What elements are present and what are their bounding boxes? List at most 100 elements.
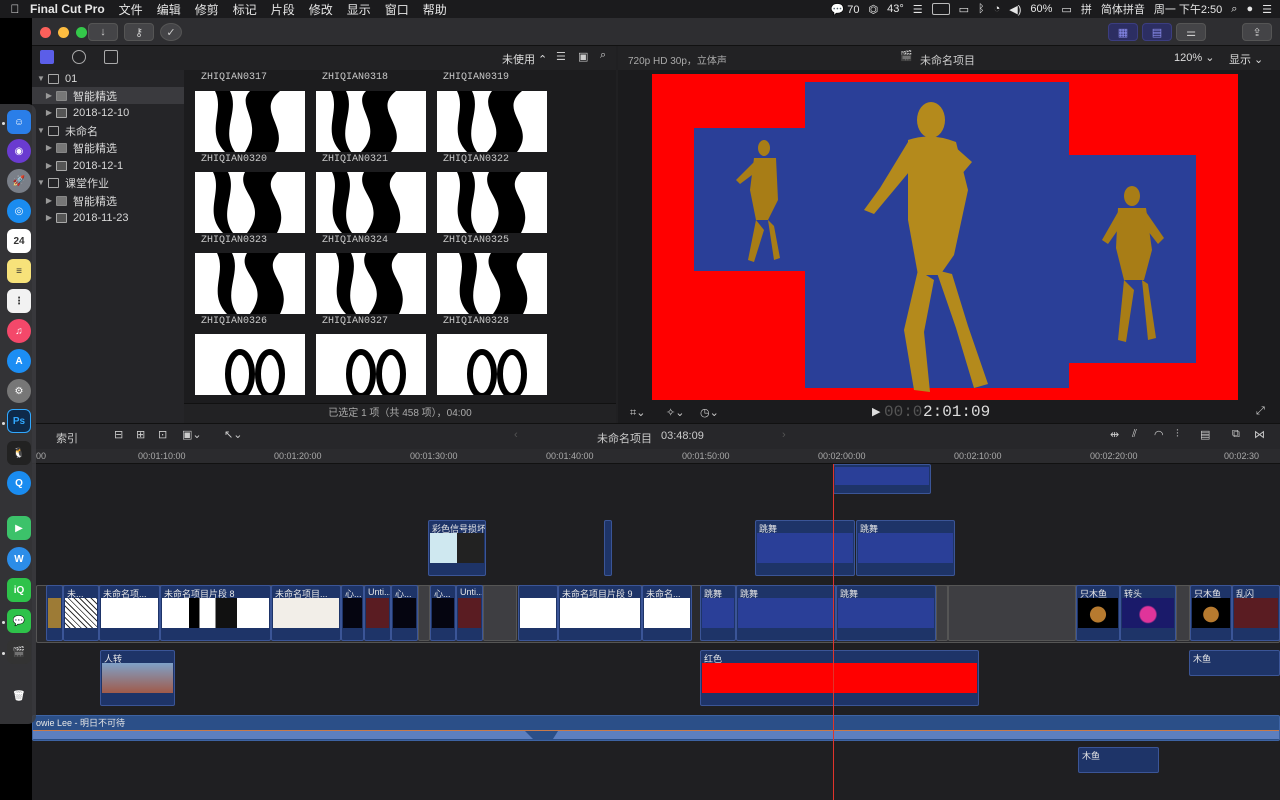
connect-clip-icon[interactable]: ⊟ bbox=[114, 428, 123, 441]
menu-trim[interactable]: 修剪 bbox=[195, 1, 219, 18]
library-item[interactable]: ▶ 智能精选 bbox=[32, 192, 184, 209]
zoom-dropdown[interactable]: 120% ⌄ bbox=[1174, 51, 1214, 64]
clip-name[interactable]: ZHIQIAN0318 bbox=[322, 72, 388, 83]
disclosure-triangle-icon[interactable]: ▶ bbox=[44, 213, 54, 222]
minimize-window-button[interactable] bbox=[58, 27, 69, 38]
clip-name[interactable]: ZHIQIAN0320 bbox=[201, 154, 267, 165]
timeline-clip[interactable]: 未命名项目片段 9 bbox=[558, 585, 642, 641]
itunes-icon[interactable]: ♫ bbox=[7, 319, 31, 343]
notes-icon[interactable]: ≡ bbox=[7, 259, 31, 283]
disclosure-triangle-icon[interactable]: ▼ bbox=[36, 178, 46, 187]
finder-icon[interactable]: ☺ bbox=[7, 110, 31, 134]
timeline-clip[interactable]: 心... bbox=[430, 585, 456, 641]
import-icon[interactable]: ↓ bbox=[88, 23, 118, 41]
clip-thumbnail[interactable] bbox=[195, 91, 305, 152]
search-icon[interactable]: ⌕ bbox=[600, 49, 606, 62]
gap-clip[interactable] bbox=[483, 585, 517, 641]
library-item[interactable]: ▼ 未命名 bbox=[32, 122, 184, 139]
connected-clip[interactable] bbox=[604, 520, 612, 576]
clip-name[interactable]: ZHIQIAN0321 bbox=[322, 154, 388, 165]
word-app-icon[interactable]: W bbox=[7, 547, 31, 571]
timeline-ruler[interactable]: 00 00:01:10:00 00:01:20:00 00:01:30:00 0… bbox=[32, 449, 1280, 464]
gap-clip[interactable] bbox=[418, 585, 430, 641]
notification-center-icon[interactable]: ☰ bbox=[1262, 3, 1272, 16]
timeline-tracks[interactable]: 彩色信号损坏 跳舞 跳舞 未... 未命名项... 未命名项目片段 8 未命名项… bbox=[32, 464, 1280, 800]
connected-clip[interactable]: 红色 bbox=[700, 650, 979, 706]
screen-icon[interactable] bbox=[931, 3, 950, 15]
clip-appearance-icon[interactable]: ▤ bbox=[1200, 428, 1210, 441]
library-item[interactable]: ▶ 智能精选 bbox=[32, 87, 184, 104]
apple-menu-icon[interactable]:  bbox=[0, 2, 30, 16]
connected-clip[interactable]: 跳舞 bbox=[755, 520, 855, 576]
timeline-index-button[interactable]: 索引 bbox=[56, 430, 78, 446]
close-window-button[interactable] bbox=[40, 27, 51, 38]
library-item[interactable]: ▶ 2018-12-10 bbox=[32, 104, 184, 121]
menu-window[interactable]: 窗口 bbox=[385, 1, 409, 18]
audio-skimming-icon[interactable]: ⫽ bbox=[1132, 428, 1137, 441]
clip-thumbnail[interactable] bbox=[316, 253, 426, 314]
browser-app-icon[interactable]: Q bbox=[7, 471, 31, 495]
viewer[interactable] bbox=[618, 70, 1280, 403]
battery-status[interactable]: 60% bbox=[1030, 3, 1052, 15]
solo-icon[interactable]: ◠ bbox=[1154, 428, 1164, 441]
inspector-layout-icon[interactable]: ⚌ bbox=[1176, 23, 1206, 41]
play-icon[interactable]: ▶ bbox=[872, 405, 880, 418]
display-dropdown[interactable]: 显示 ⌄ bbox=[1229, 51, 1263, 67]
reminders-icon[interactable]: ⋮ bbox=[7, 289, 31, 313]
library-item[interactable]: ▶ 智能精选 bbox=[32, 139, 184, 156]
connected-clip[interactable] bbox=[833, 464, 931, 494]
menu-extra-icon[interactable]: ☰ bbox=[913, 3, 923, 16]
list-view-icon[interactable]: ☰ bbox=[556, 50, 566, 63]
clip-name[interactable]: ZHIQIAN0328 bbox=[443, 316, 509, 327]
snapping-icon[interactable]: ⫶ bbox=[1176, 428, 1179, 441]
share-icon[interactable]: ⇪ bbox=[1242, 23, 1272, 41]
library-item[interactable]: ▼ 01 bbox=[32, 70, 184, 87]
transform-crop-icon[interactable]: ⌗⌄ bbox=[630, 406, 645, 420]
connected-clip[interactable]: 跳舞 bbox=[856, 520, 955, 576]
library-item[interactable]: ▶ 2018-12-1 bbox=[32, 157, 184, 174]
connected-clip[interactable]: 人转 bbox=[100, 650, 175, 706]
app-menu[interactable]: Final Cut Pro bbox=[30, 2, 105, 16]
photoshop-icon[interactable]: Ps bbox=[7, 409, 31, 433]
timeline-clip[interactable]: 跳舞 bbox=[836, 585, 936, 641]
menu-modify[interactable]: 修改 bbox=[309, 1, 333, 18]
overwrite-clip-icon[interactable]: ▣⌄ bbox=[182, 428, 202, 441]
browser-layout-icon[interactable]: ▦ bbox=[1108, 23, 1138, 41]
clip-name[interactable]: ZHIQIAN0319 bbox=[443, 72, 509, 83]
clip-thumbnail[interactable] bbox=[195, 172, 305, 233]
battery-icon[interactable]: ▭ bbox=[1061, 3, 1071, 16]
timecode-display[interactable]: 2:01:09 bbox=[923, 403, 990, 421]
timeline-clip[interactable]: 只木鱼 bbox=[1190, 585, 1232, 641]
timeline-clip[interactable]: 转头 bbox=[1120, 585, 1176, 641]
disclosure-triangle-icon[interactable]: ▶ bbox=[44, 108, 54, 117]
audio-track-clip[interactable]: owie Lee - 明日不可待 bbox=[32, 715, 1280, 741]
timeline-clip[interactable]: 未命名... bbox=[642, 585, 692, 641]
menu-edit[interactable]: 编辑 bbox=[157, 1, 181, 18]
clip-thumbnail[interactable] bbox=[316, 172, 426, 233]
timeline-clip[interactable] bbox=[518, 585, 558, 641]
menu-extra-icon[interactable]: ⏣ bbox=[868, 3, 878, 16]
qq-icon[interactable]: 🐧 bbox=[7, 441, 31, 465]
timeline-clip[interactable]: 未... bbox=[63, 585, 99, 641]
disclosure-triangle-icon[interactable]: ▶ bbox=[44, 143, 54, 152]
connected-audio-clip[interactable]: 木鱼 bbox=[1078, 747, 1159, 773]
timeline-clip[interactable]: 乱闪 bbox=[1232, 585, 1280, 641]
system-preferences-icon[interactable]: ⚙ bbox=[7, 379, 31, 403]
effects-browser-icon[interactable]: ⧉ bbox=[1232, 428, 1240, 441]
library-item[interactable]: ▶ 2018-11-23 bbox=[32, 209, 184, 226]
temperature-status[interactable]: 43° bbox=[887, 3, 904, 15]
transitions-browser-icon[interactable]: ⋈ bbox=[1254, 428, 1265, 441]
photos-audio-icon[interactable] bbox=[72, 50, 86, 64]
gap-clip[interactable] bbox=[936, 585, 948, 641]
siri-icon[interactable]: ● bbox=[1246, 3, 1253, 15]
timeline-clip[interactable]: 跳舞 bbox=[700, 585, 736, 641]
clip-name[interactable]: ZHIQIAN0325 bbox=[443, 235, 509, 246]
siri-icon[interactable]: ◉ bbox=[7, 139, 31, 163]
insert-clip-icon[interactable]: ⊞ bbox=[136, 428, 145, 441]
volume-icon[interactable]: ◀) bbox=[1009, 3, 1021, 16]
clip-filter-dropdown[interactable]: 未使用 ⌃ bbox=[502, 51, 547, 67]
libraries-icon[interactable] bbox=[40, 50, 54, 64]
clip-thumbnail[interactable] bbox=[437, 172, 547, 233]
input-method-label[interactable]: 简体拼音 bbox=[1101, 1, 1145, 17]
clip-thumbnail[interactable] bbox=[195, 334, 305, 395]
